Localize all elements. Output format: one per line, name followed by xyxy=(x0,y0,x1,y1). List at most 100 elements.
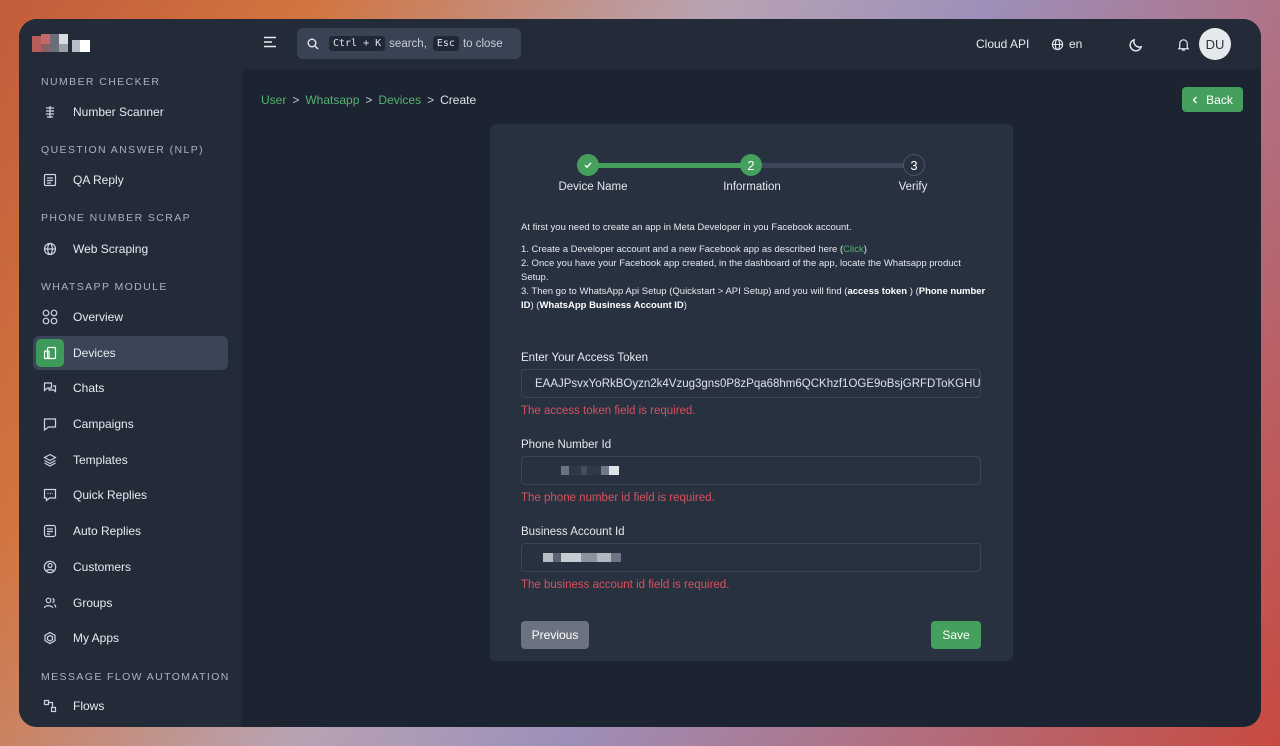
avatar[interactable]: DU xyxy=(1199,28,1231,60)
access-token-term: access token xyxy=(847,286,908,297)
facebook-click-link[interactable]: Click xyxy=(843,244,864,255)
phone-number-id-input[interactable] xyxy=(521,456,981,485)
check-icon xyxy=(583,160,593,170)
save-label: Save xyxy=(942,628,970,642)
sidebar-item-label: Quick Replies xyxy=(73,488,148,502)
sidebar-item-label: QA Reply xyxy=(73,173,124,187)
instruction-step-1: 1. Create a Developer account and a new … xyxy=(521,243,991,257)
scanner-icon xyxy=(36,98,64,126)
sidebar-item-chats[interactable]: Chats xyxy=(33,371,228,405)
sidebar-item-devices[interactable]: Devices xyxy=(33,336,228,370)
cloud-api-link[interactable]: Cloud API xyxy=(976,19,1029,69)
step-2-label: Information xyxy=(723,181,781,193)
search-bar[interactable]: Ctrl + K search, Esc to close xyxy=(297,28,521,59)
access-token-label: Enter Your Access Token xyxy=(521,352,649,364)
chat-icon xyxy=(36,374,64,402)
section-title-number-checker: NUMBER CHECKER xyxy=(41,76,161,88)
access-token-error: The access token field is required. xyxy=(521,405,696,417)
previous-button[interactable]: Previous xyxy=(521,621,589,649)
layers-icon xyxy=(36,446,64,474)
sidebar-item-templates[interactable]: Templates xyxy=(33,443,228,477)
step-3-number: 3 xyxy=(910,157,918,173)
notifications-button[interactable] xyxy=(1176,19,1191,69)
sidebar-item-label: Number Scanner xyxy=(73,105,164,119)
stepper-remaining-line xyxy=(752,163,914,168)
breadcrumb-separator: > xyxy=(365,93,373,107)
shortcut-key-ctrl-k: Ctrl + K xyxy=(329,36,386,51)
stepper-progress-line xyxy=(588,163,752,168)
instruction-step-2: 2. Once you have your Facebook app creat… xyxy=(521,258,961,283)
business-account-id-label: Business Account Id xyxy=(521,526,625,538)
search-icon xyxy=(307,38,319,50)
sidebar-item-qa-reply[interactable]: QA Reply xyxy=(33,163,228,197)
back-button[interactable]: Back xyxy=(1182,87,1243,112)
breadcrumb-devices[interactable]: Devices xyxy=(378,93,421,107)
breadcrumb-user[interactable]: User xyxy=(261,93,286,107)
sidebar-item-label: Templates xyxy=(73,453,128,467)
sidebar-item-label: Devices xyxy=(73,346,116,360)
step-2-circle: 2 xyxy=(740,154,762,176)
previous-label: Previous xyxy=(531,628,579,642)
app-window: NUMBER CHECKER Number Scanner QUESTION A… xyxy=(19,19,1261,727)
phone-number-id-label: Phone Number Id xyxy=(521,439,612,451)
sidebar-item-my-apps[interactable]: My Apps xyxy=(33,621,228,655)
breadcrumb: User > Whatsapp > Devices > Create xyxy=(261,93,476,107)
instruction-text: ) ( xyxy=(907,286,919,297)
auto-reply-icon xyxy=(36,517,64,545)
step-3-circle: 3 xyxy=(903,154,925,176)
instruction-text: ) xyxy=(863,244,867,255)
cloud-api-label: Cloud API xyxy=(976,37,1030,51)
step-2-number: 2 xyxy=(747,157,755,173)
search-hint-close: to close xyxy=(462,37,503,50)
sidebar-item-campaigns[interactable]: Campaigns xyxy=(33,407,228,441)
shortcut-key-esc: Esc xyxy=(432,36,459,51)
step-3-label: Verify xyxy=(898,181,928,193)
sidebar-item-label: Flows xyxy=(73,699,105,713)
sidebar-item-customers[interactable]: Customers xyxy=(33,550,228,584)
business-account-id-input[interactable] xyxy=(521,543,981,572)
logo xyxy=(32,34,112,54)
devices-icon xyxy=(36,339,64,367)
breadcrumb-separator: > xyxy=(427,93,435,107)
dark-mode-toggle[interactable] xyxy=(1129,19,1144,69)
breadcrumb-separator: > xyxy=(292,93,300,107)
grid-icon xyxy=(36,303,64,331)
quick-reply-icon xyxy=(36,481,64,509)
instruction-step-3: 3. Then go to WhatsApp Api Setup (Quicks… xyxy=(521,285,991,313)
bell-icon xyxy=(1176,37,1191,52)
sidebar-item-label: My Apps xyxy=(73,631,120,645)
redacted-value xyxy=(561,466,619,475)
users-icon xyxy=(36,589,64,617)
sidebar-item-label: Groups xyxy=(73,596,113,610)
sidebar-item-web-scraping[interactable]: Web Scraping xyxy=(33,232,228,266)
redacted-value xyxy=(543,553,621,562)
save-button[interactable]: Save xyxy=(931,621,981,649)
sidebar-item-groups[interactable]: Groups xyxy=(33,586,228,620)
back-label: Back xyxy=(1206,92,1233,107)
apps-icon xyxy=(36,624,64,652)
flow-icon xyxy=(36,692,64,720)
search-hint: search, xyxy=(389,37,427,50)
sidebar-item-auto-replies[interactable]: Auto Replies xyxy=(33,514,228,548)
instructions: At first you need to create an app in Me… xyxy=(521,221,991,313)
step-1-circle xyxy=(577,154,599,176)
reply-icon xyxy=(36,166,64,194)
language-label: en xyxy=(1069,37,1083,51)
topbar: Ctrl + K search, Esc to close Cloud API … xyxy=(242,19,1261,69)
sidebar: NUMBER CHECKER Number Scanner QUESTION A… xyxy=(19,19,242,727)
campaign-icon xyxy=(36,410,64,438)
menu-icon[interactable] xyxy=(262,34,278,50)
language-selector[interactable]: en xyxy=(1051,19,1082,69)
step-1-label: Device Name xyxy=(558,181,628,193)
sidebar-item-label: Auto Replies xyxy=(73,524,142,538)
sidebar-item-overview[interactable]: Overview xyxy=(33,300,228,334)
access-token-input[interactable]: EAAJPsvxYoRkBOyzn2k4Vzug3gns0P8zPqa68hm6… xyxy=(521,369,981,398)
section-title-whatsapp-module: WHATSAPP MODULE xyxy=(41,281,168,293)
sidebar-item-label: Web Scraping xyxy=(73,242,149,256)
sidebar-item-quick-replies[interactable]: Quick Replies xyxy=(33,478,228,512)
globe-icon xyxy=(36,235,64,263)
sidebar-item-label: Campaigns xyxy=(73,417,134,431)
sidebar-item-number-scanner[interactable]: Number Scanner xyxy=(33,95,228,129)
breadcrumb-whatsapp[interactable]: Whatsapp xyxy=(305,93,359,107)
sidebar-item-flows[interactable]: Flows xyxy=(33,689,228,723)
